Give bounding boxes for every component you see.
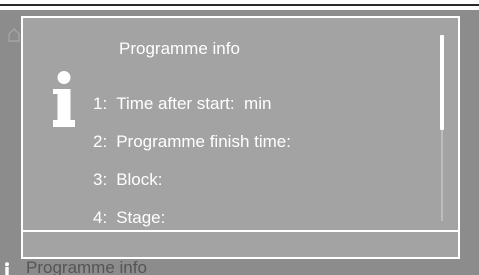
home-icon <box>8 28 20 42</box>
item-label: Programme finish time: <box>116 132 291 151</box>
dialog-title: Programme info <box>119 39 240 58</box>
scrollbar-thumb[interactable] <box>440 35 444 130</box>
item-number: 1: <box>93 94 108 113</box>
item-number: 3: <box>93 170 108 189</box>
footer-info-icon <box>5 262 9 275</box>
item-label: Time after start: <box>116 94 235 113</box>
item-number: 4: <box>93 208 108 227</box>
background-footer-label: Programme info <box>26 258 147 275</box>
list-item-time-after-start[interactable]: 1: Time after start: min <box>93 94 271 114</box>
item-label: Stage: <box>116 208 166 227</box>
item-label: Block: <box>116 170 163 189</box>
item-value: min <box>244 94 272 113</box>
list-item-block[interactable]: 3: Block: <box>93 170 162 190</box>
dialog-footer-divider <box>23 230 458 232</box>
info-icon <box>53 71 75 127</box>
list-item-programme-finish-time[interactable]: 2: Programme finish time: <box>93 132 291 152</box>
item-number: 2: <box>93 132 108 151</box>
list-item-stage[interactable]: 4: Stage: <box>93 208 165 228</box>
programme-info-dialog: Programme info 1: Time after start: min 2… <box>21 16 460 259</box>
top-divider <box>0 4 479 6</box>
display-screen: Programme info Programme info 1: Time aft… <box>0 0 479 275</box>
